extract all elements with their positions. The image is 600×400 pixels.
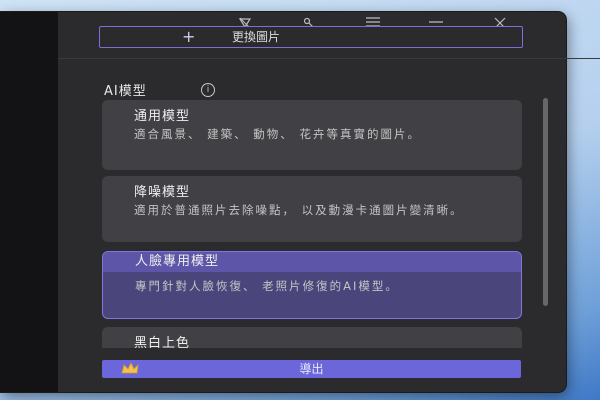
export-button[interactable]: 導出 <box>102 360 521 378</box>
model-title: 黑白上色 <box>134 336 191 348</box>
model-title: 人臉專用模型 <box>103 252 521 272</box>
image-preview-area <box>0 12 58 392</box>
model-card-denoise[interactable]: 降噪模型 適用於普通照片去除噪點， 以及動漫卡通圖片變清晰。 <box>102 176 522 242</box>
model-description: 專門針對人臉恢復、 老照片修復的AI模型。 <box>135 279 399 293</box>
model-title: 降噪模型 <box>134 185 191 200</box>
plus-icon: + <box>182 27 196 46</box>
model-list: 通用模型 適合風景、 建築、 動物、 花卉等真實的圖片。 降噪模型 適用於普通照… <box>58 96 538 348</box>
divider <box>58 58 600 59</box>
model-title: 通用模型 <box>134 109 191 124</box>
model-card-colorize[interactable]: 黑白上色 <box>102 327 522 348</box>
model-card-face[interactable]: 人臉專用模型 專門針對人臉恢復、 老照片修復的AI模型。 <box>102 251 522 319</box>
info-icon[interactable]: i <box>201 83 215 97</box>
replace-image-label: 更換圖片 <box>232 30 281 44</box>
export-label: 導出 <box>299 362 324 376</box>
model-description: 適合風景、 建築、 動物、 花卉等真實的圖片。 <box>134 127 421 141</box>
model-card-general[interactable]: 通用模型 適合風景、 建築、 動物、 花卉等真實的圖片。 <box>102 100 522 170</box>
model-description: 適用於普通照片去除噪點， 以及動漫卡通圖片變清晰。 <box>134 203 464 217</box>
replace-image-button[interactable]: + 更換圖片 <box>99 26 523 48</box>
scrollbar-thumb[interactable] <box>543 98 548 306</box>
